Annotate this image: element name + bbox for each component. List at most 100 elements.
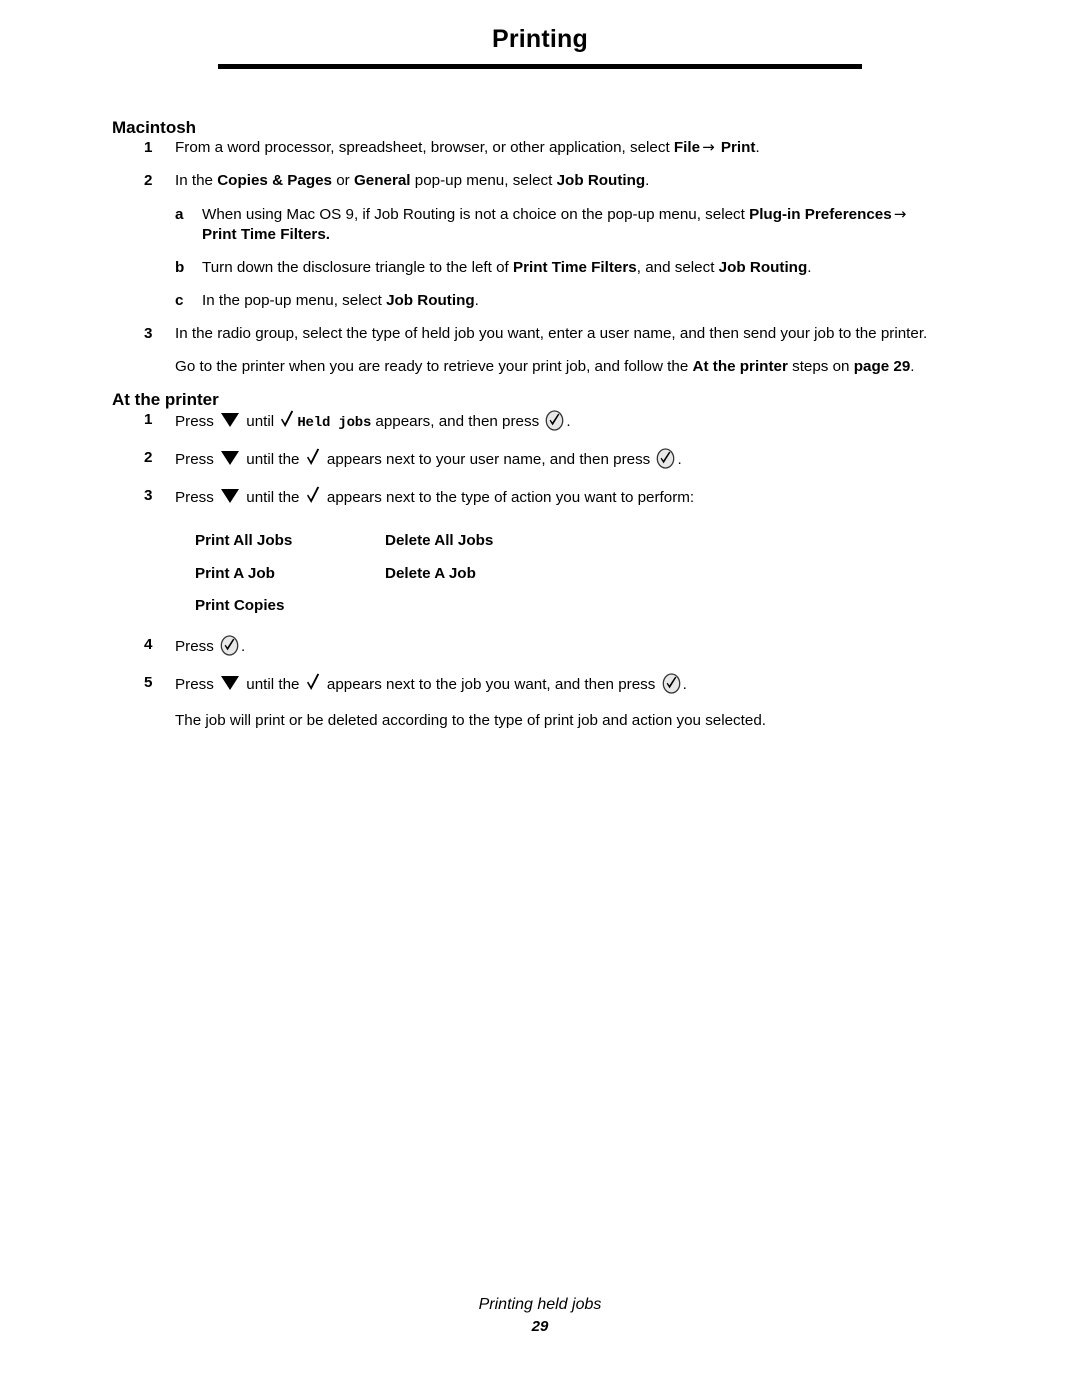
step-item: 2 Press until the appears next to your u… xyxy=(112,448,992,475)
note-text-bold: At the printer xyxy=(692,357,788,375)
step-text-bold: Job Routing xyxy=(556,172,646,190)
note-text-bold: page 29 xyxy=(853,357,911,375)
step-text-part: In the xyxy=(175,172,218,190)
step-text-part: pop-up menu, select xyxy=(410,172,557,190)
step-text: From a word processor, spreadsheet, brow… xyxy=(175,138,760,157)
step-text: Press . xyxy=(175,635,246,656)
check-mark-icon xyxy=(280,410,295,436)
check-mark-icon xyxy=(306,448,321,474)
action-row: Print All Jobs Delete All Jobs xyxy=(195,532,992,550)
substep-text-bold: Print Time Filters. xyxy=(202,225,331,243)
page-header: Printing xyxy=(218,25,862,69)
select-button-icon xyxy=(220,635,239,662)
step-text-part: . xyxy=(241,638,246,656)
down-triangle-icon xyxy=(221,489,240,504)
substep-text-bold: Job Routing xyxy=(386,291,475,309)
check-mark-icon xyxy=(306,486,321,512)
step-text-bold: Print xyxy=(720,139,756,157)
step-text-part: . xyxy=(677,451,682,469)
section-heading-macintosh: Macintosh xyxy=(112,118,197,137)
select-button-icon xyxy=(656,448,675,475)
step-text-part: Press xyxy=(175,413,219,431)
page-title: Printing xyxy=(491,25,589,53)
step-note: Go to the printer when you are ready to … xyxy=(112,357,992,377)
substep-text: Turn down the disclosure triangle to the… xyxy=(202,259,811,276)
substep-text-part: . xyxy=(807,258,812,276)
substep-item: c In the pop-up menu, select Job Routing… xyxy=(112,291,992,311)
step-text-part: . xyxy=(682,676,687,694)
step-item: 3 In the radio group, select the type of… xyxy=(112,324,992,344)
substep-text: In the pop-up menu, select Job Routing. xyxy=(202,292,479,309)
down-triangle-icon xyxy=(221,413,240,428)
substep-item: b Turn down the disclosure triangle to t… xyxy=(112,258,992,278)
step-marker: 4 xyxy=(144,636,153,654)
step-item: 4 Press . xyxy=(112,635,992,662)
action-row: Print Copies xyxy=(195,597,992,615)
action-row: Print A Job Delete A Job xyxy=(195,565,992,583)
step-text-part: . xyxy=(755,139,760,157)
step-note: The job will print or be deleted accordi… xyxy=(175,712,766,730)
substep-item: a When using Mac OS 9, if Job Routing is… xyxy=(112,205,992,245)
section-heading-at-the-printer: At the printer xyxy=(112,389,219,409)
step-item: 5 Press until the appears next to the jo… xyxy=(112,673,992,700)
down-triangle-icon xyxy=(221,451,240,466)
step-text-part: Press xyxy=(175,451,219,469)
step-item: 1 From a word processor, spreadsheet, br… xyxy=(112,138,992,158)
step-text: Press until the appears next to the job … xyxy=(175,673,687,694)
select-button-icon xyxy=(545,410,564,437)
step-text: In the Copies & Pages or General pop-up … xyxy=(175,172,649,189)
substep-text-bold: Job Routing xyxy=(718,258,808,276)
note-text-part: steps on xyxy=(787,357,854,375)
step-text-part: or xyxy=(332,172,354,190)
step-text-part: appears next to your user name, and then… xyxy=(322,451,655,469)
step-text-bold: File xyxy=(673,139,701,157)
step-text: In the radio group, select the type of h… xyxy=(175,324,928,342)
header-divider xyxy=(218,63,862,69)
action-option-print: Print A Job xyxy=(195,564,275,582)
substep-text-part: . xyxy=(474,291,479,309)
select-button-icon xyxy=(662,673,681,700)
action-option-delete xyxy=(385,597,645,615)
substep-text-part: When using Mac OS 9, if Job Routing is n… xyxy=(202,205,750,223)
substep-text-part: In the pop-up menu, select xyxy=(202,291,387,309)
arrow-right-icon: → xyxy=(702,138,715,157)
step-text-part: . xyxy=(566,413,571,431)
step-marker: 3 xyxy=(144,324,153,342)
step-text-part: until xyxy=(242,413,279,431)
step-text: Press until the appears next to the type… xyxy=(175,487,695,507)
step-text-part: From a word processor, spreadsheet, brow… xyxy=(175,139,674,157)
step-text-part: . xyxy=(645,172,650,190)
note-text-part: . xyxy=(910,357,915,375)
substep-text-bold: Print Time Filters xyxy=(512,258,637,276)
action-option-print: Print All Jobs xyxy=(195,532,293,550)
substep-text: When using Mac OS 9, if Job Routing is n… xyxy=(202,204,908,243)
arrow-right-icon: → xyxy=(893,204,907,223)
step-marker: 5 xyxy=(144,674,153,692)
step-text-part: until the xyxy=(242,451,304,469)
page-content: Macintosh 1 From a word processor, sprea… xyxy=(112,118,992,744)
step-marker: 2 xyxy=(144,172,153,190)
step-text-part: appears next to the type of action you w… xyxy=(322,489,695,507)
substep-text-part: Turn down the disclosure triangle to the… xyxy=(202,258,513,276)
action-option-print: Print Copies xyxy=(195,596,285,614)
substep-marker: c xyxy=(175,291,184,309)
step-marker: 2 xyxy=(144,449,153,467)
action-options-list: Print All Jobs Delete All Jobs Print A J… xyxy=(112,532,992,615)
step-marker: 3 xyxy=(144,487,153,505)
substep-text-bold: Plug-in Preferences xyxy=(749,205,892,223)
action-option-delete: Delete All Jobs xyxy=(385,532,494,550)
substep-text-part: , and select xyxy=(636,258,719,276)
check-mark-icon xyxy=(306,673,321,699)
step-text-part: Press xyxy=(175,638,219,656)
substep-marker: a xyxy=(175,205,184,223)
step-text-part: appears next to the job you want, and th… xyxy=(322,676,660,694)
display-text: Held jobs xyxy=(297,415,372,432)
step-text-part: Press xyxy=(175,676,219,694)
step-text-part: until the xyxy=(242,489,304,507)
footer-page-number: 29 xyxy=(531,1317,549,1335)
step-text: Press until the appears next to your use… xyxy=(175,448,682,469)
step-item: 3 Press until the appears next to the ty… xyxy=(112,486,992,512)
footer-title: Printing held jobs xyxy=(478,1296,602,1313)
step-text-part: Press xyxy=(175,489,219,507)
step-item: 1 Press until Held jobs appears, and the… xyxy=(112,410,992,437)
